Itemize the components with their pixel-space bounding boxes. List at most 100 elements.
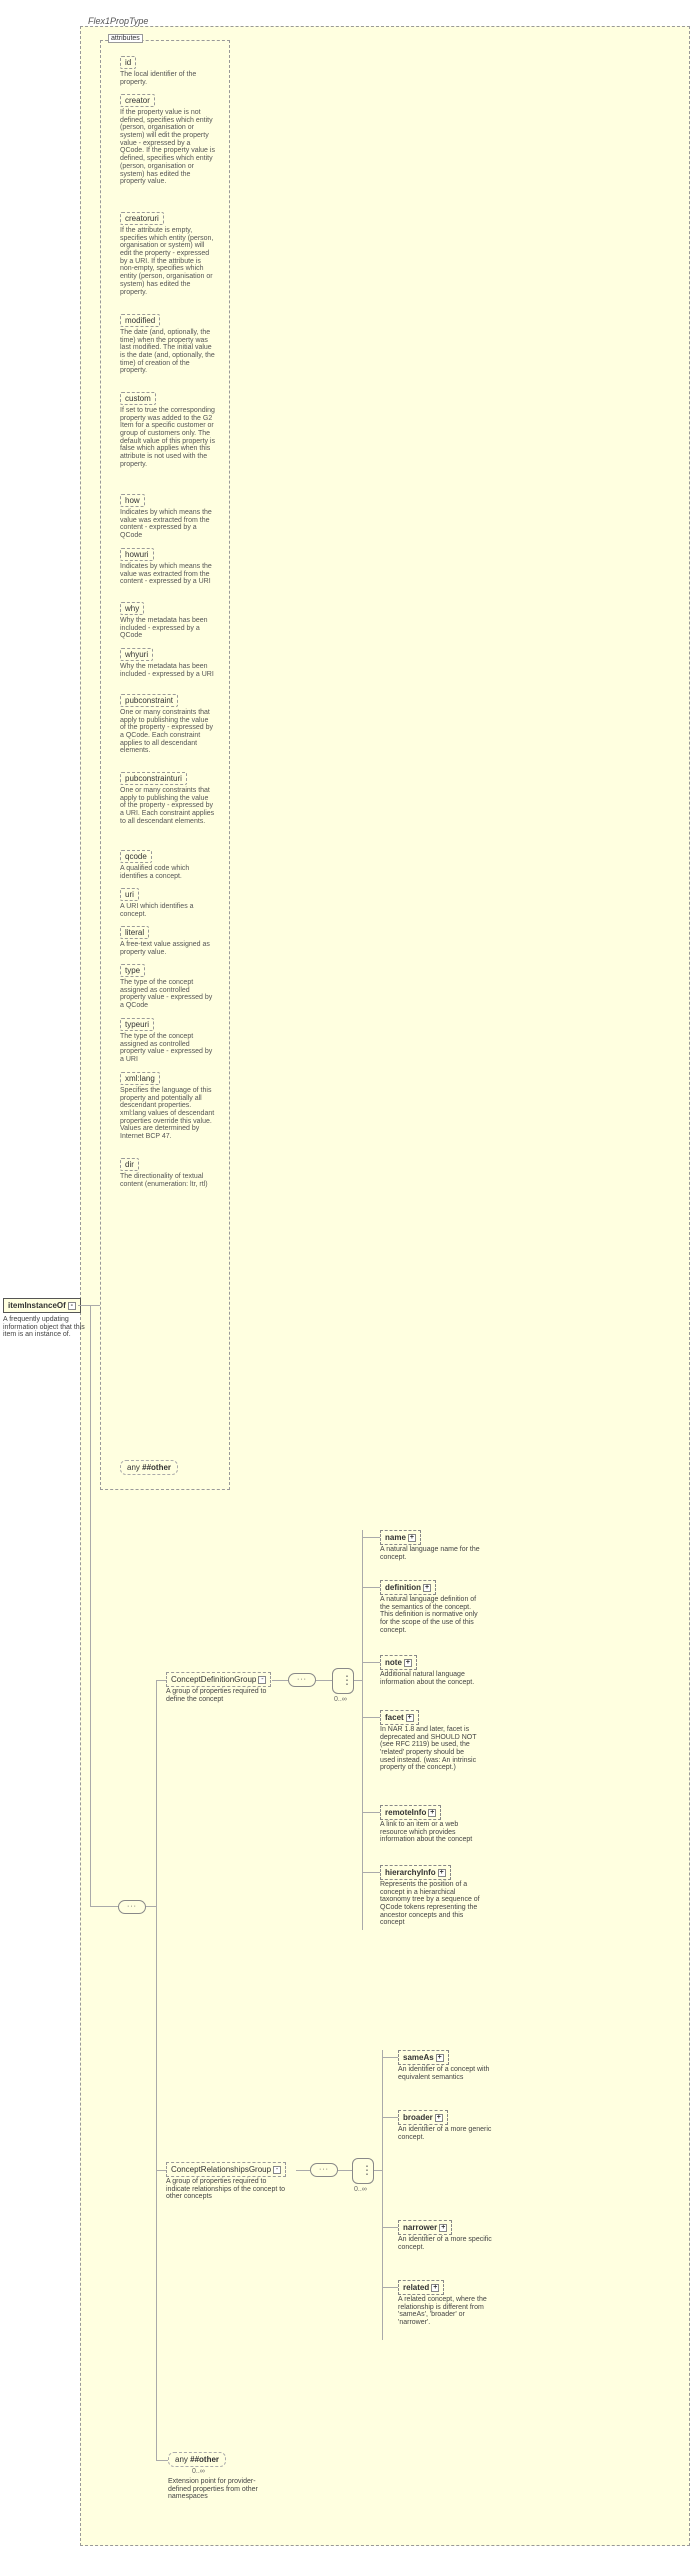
occurrence: 0..∞ xyxy=(334,1696,347,1703)
group-label: ConceptRelationshipsGroup xyxy=(171,2165,271,2174)
element-desc: A related concept, where the relationshi… xyxy=(398,2296,498,2327)
concept-relationships-group[interactable]: ConceptRelationshipsGroup- xyxy=(166,2162,286,2177)
element-desc: In NAR 1.8 and later, facet is deprecate… xyxy=(380,1726,480,1772)
connector xyxy=(382,2117,398,2118)
attribute-name[interactable]: literal xyxy=(120,926,149,939)
expand-icon[interactable]: + xyxy=(404,1659,412,1667)
attribute-name[interactable]: pubconstrainturi xyxy=(120,772,187,785)
element-broader[interactable]: broader+ xyxy=(398,2110,448,2125)
collapse-icon[interactable]: - xyxy=(258,1676,266,1684)
attribute-desc: One or many constraints that apply to pu… xyxy=(120,787,215,825)
collapse-icon[interactable]: - xyxy=(68,1302,76,1310)
connector xyxy=(374,2170,382,2171)
attribute-item: xml:langSpecifies the language of this p… xyxy=(120,1072,215,1141)
sequence-main[interactable]: ··· xyxy=(118,1900,146,1914)
attribute-item: creatorIf the property value is not defi… xyxy=(120,94,215,186)
choice-rel[interactable] xyxy=(352,2158,374,2184)
attribute-desc: Indicates by which means the value was e… xyxy=(120,509,215,540)
connector xyxy=(382,2057,398,2058)
element-definition[interactable]: definition+ xyxy=(380,1580,436,1595)
element-hierarchyinfo[interactable]: hierarchyInfo+ xyxy=(380,1865,451,1880)
group-label: ConceptDefinitionGroup xyxy=(171,1675,256,1684)
attribute-item: idThe local identifier of the property. xyxy=(120,56,215,86)
attribute-name[interactable]: why xyxy=(120,602,144,615)
connector xyxy=(296,2170,310,2171)
attribute-name[interactable]: howuri xyxy=(120,548,154,561)
attribute-name[interactable]: type xyxy=(120,964,145,977)
attribute-name[interactable]: whyuri xyxy=(120,648,153,661)
element-name[interactable]: name+ xyxy=(380,1530,421,1545)
attribute-desc: A URI which identifies a concept. xyxy=(120,903,215,918)
element-remoteinfo[interactable]: remoteInfo+ xyxy=(380,1805,441,1820)
element-desc: An identifier of a more generic concept. xyxy=(398,2126,498,2141)
attribute-name[interactable]: how xyxy=(120,494,145,507)
attribute-name[interactable]: modified xyxy=(120,314,160,327)
expand-icon[interactable]: + xyxy=(408,1534,416,1542)
element-related[interactable]: related+ xyxy=(398,2280,444,2295)
attribute-name[interactable]: pubconstraint xyxy=(120,694,178,707)
attribute-desc: Indicates by which means the value was e… xyxy=(120,563,215,586)
root-element-desc: A frequently updating information object… xyxy=(3,1316,88,1339)
attribute-item: typeThe type of the concept assigned as … xyxy=(120,964,215,1010)
attribute-desc: The type of the concept assigned as cont… xyxy=(120,1033,215,1064)
element-sameas[interactable]: sameAs+ xyxy=(398,2050,449,2065)
attribute-name[interactable]: xml:lang xyxy=(120,1072,160,1085)
attribute-item: qcodeA qualified code which identifies a… xyxy=(120,850,215,880)
attribute-item: custom If set to true the corresponding p… xyxy=(120,392,215,469)
attribute-name[interactable]: creator xyxy=(120,94,155,107)
expand-icon[interactable]: + xyxy=(439,2224,447,2232)
connector xyxy=(362,1717,380,1718)
attribute-item: modifiedThe date (and, optionally, the t… xyxy=(120,314,215,375)
element-desc: Additional natural language information … xyxy=(380,1671,480,1686)
connector xyxy=(354,1680,362,1681)
attribute-name[interactable]: creatoruri xyxy=(120,212,164,225)
any-element: any ##other xyxy=(168,2452,226,2467)
expand-icon[interactable]: + xyxy=(423,1584,431,1592)
root-element[interactable]: itemInstanceOf- xyxy=(3,1298,81,1313)
expand-icon[interactable]: + xyxy=(406,1714,414,1722)
occurrence: 0..∞ xyxy=(354,2186,367,2193)
element-note[interactable]: note+ xyxy=(380,1655,417,1670)
attribute-item: dirThe directionality of textual content… xyxy=(120,1158,215,1188)
expand-icon[interactable]: + xyxy=(436,2054,444,2062)
attribute-item: why Why the metadata has been included - … xyxy=(120,602,215,640)
attribute-item: creatoruriIf the attribute is empty, spe… xyxy=(120,212,215,296)
attribute-name[interactable]: dir xyxy=(120,1158,139,1171)
element-desc: A natural language name for the concept. xyxy=(380,1546,480,1561)
sequence-rel[interactable]: ··· xyxy=(310,2163,338,2177)
any-attr-label: ##other xyxy=(142,1463,171,1472)
element-desc: A natural language definition of the sem… xyxy=(380,1596,480,1634)
connector xyxy=(146,1906,156,1907)
connector xyxy=(316,1680,332,1681)
connector xyxy=(272,1680,288,1681)
attribute-name[interactable]: typeuri xyxy=(120,1018,154,1031)
attribute-item: pubconstrainturi One or many constraints … xyxy=(120,772,215,825)
expand-icon[interactable]: + xyxy=(431,2284,439,2292)
diagram-canvas: Flex1PropType itemInstanceOf- A frequent… xyxy=(0,0,696,2567)
attribute-name[interactable]: qcode xyxy=(120,850,152,863)
occurrence: 0..∞ xyxy=(192,2468,205,2475)
expand-icon[interactable]: + xyxy=(435,2114,443,2122)
connector xyxy=(156,1680,166,1681)
attribute-item: howuri Indicates by which means the value… xyxy=(120,548,215,586)
connector xyxy=(156,2460,168,2461)
expand-icon[interactable]: + xyxy=(428,1809,436,1817)
sequence-def[interactable]: ··· xyxy=(288,1673,316,1687)
attribute-name[interactable]: custom xyxy=(120,392,156,405)
attribute-name[interactable]: id xyxy=(120,56,136,69)
concept-definition-group[interactable]: ConceptDefinitionGroup- xyxy=(166,1672,271,1687)
element-desc: An identifier of a concept with equivale… xyxy=(398,2066,498,2081)
expand-icon[interactable]: + xyxy=(438,1869,446,1877)
connector xyxy=(90,1906,118,1907)
choice-def[interactable] xyxy=(332,1668,354,1694)
attribute-name[interactable]: uri xyxy=(120,888,139,901)
collapse-icon[interactable]: - xyxy=(273,2166,281,2174)
connector xyxy=(362,1530,363,1930)
connector xyxy=(382,2227,398,2228)
element-narrower[interactable]: narrower+ xyxy=(398,2220,452,2235)
connector xyxy=(90,1305,91,1906)
element-facet[interactable]: facet+ xyxy=(380,1710,419,1725)
attribute-desc: Why the metadata has been included - exp… xyxy=(120,617,215,640)
attribute-desc: If set to true the corresponding propert… xyxy=(120,407,215,469)
group-desc: A group of properties required to indica… xyxy=(166,2178,291,2201)
